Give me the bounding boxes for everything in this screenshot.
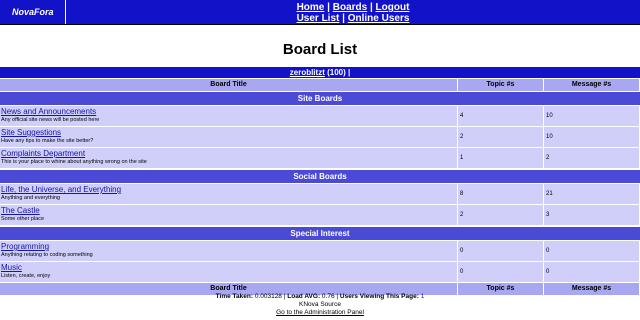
nav-online-users-link[interactable]: Online Users bbox=[348, 13, 410, 24]
section-header: Social Boards bbox=[0, 169, 640, 184]
board-link[interactable]: News and Announcements bbox=[1, 107, 96, 116]
board-description: Listen, create, enjoy bbox=[1, 273, 51, 279]
col-topics: Topic #s bbox=[458, 79, 544, 91]
username-link[interactable]: zeroblitzt bbox=[290, 68, 325, 77]
page-footer: Time Taken: 0.003128 | Load AVG: 0.76 | … bbox=[0, 293, 640, 317]
topic-count: 4 bbox=[458, 106, 544, 126]
board-row: The Castle Some other place 2 3 bbox=[0, 205, 640, 226]
board-row: News and Announcements Any official site … bbox=[0, 106, 640, 127]
board-link[interactable]: The Castle bbox=[1, 206, 40, 215]
board-description: This is your place to whine about anythi… bbox=[1, 159, 147, 165]
top-navbar: NovaFora Home | Boards | Logout User Lis… bbox=[0, 0, 640, 25]
user-bar: zeroblitzt (100) | bbox=[0, 67, 640, 78]
message-count: 2 bbox=[544, 148, 640, 168]
user-count: (100) bbox=[327, 68, 346, 77]
table-header-row: Board Title Topic #s Message #s bbox=[0, 79, 640, 91]
message-count: 0 bbox=[544, 241, 640, 261]
board-description: Anything relating to coding something bbox=[1, 252, 93, 258]
board-link[interactable]: Life, the Universe, and Everything bbox=[1, 185, 121, 194]
stats-line: Time Taken: 0.003128 | Load AVG: 0.76 | … bbox=[215, 293, 425, 300]
message-count: 10 bbox=[544, 127, 640, 147]
topic-count: 2 bbox=[458, 127, 544, 147]
topic-count: 8 bbox=[458, 184, 544, 204]
section-header: Special Interest bbox=[0, 226, 640, 241]
site-brand[interactable]: NovaFora bbox=[0, 0, 66, 24]
nav-row-secondary: User List | Online Users bbox=[296, 13, 410, 24]
board-description: Any official site news will be posted he… bbox=[1, 117, 100, 123]
nav-logout-link[interactable]: Logout bbox=[376, 2, 410, 13]
col-messages: Message #s bbox=[544, 79, 640, 91]
message-count: 3 bbox=[544, 205, 640, 225]
load-value: 0.76 bbox=[321, 293, 335, 300]
page-title: Board List bbox=[282, 41, 358, 58]
board-row: Site Suggestions Have any tips to make th… bbox=[0, 127, 640, 148]
message-count: 0 bbox=[544, 262, 640, 282]
board-table: Board Title Topic #s Message #s Site Boards… bbox=[0, 79, 640, 295]
message-count: 10 bbox=[544, 106, 640, 126]
board-link[interactable]: Site Suggestions bbox=[1, 128, 61, 137]
col-board-title: Board Title bbox=[0, 79, 458, 91]
time-value: 0.003128 bbox=[254, 293, 282, 300]
board-row: Music Listen, create, enjoy 0 0 bbox=[0, 262, 640, 283]
nav-row-main: Home | Boards | Logout bbox=[296, 2, 410, 13]
viewers-value: 1 bbox=[420, 293, 425, 300]
nav-boards-link[interactable]: Boards bbox=[333, 2, 367, 13]
board-link[interactable]: Programming bbox=[1, 242, 49, 251]
nav-home-link[interactable]: Home bbox=[297, 2, 325, 13]
board-row: Life, the Universe, and Everything Anythi… bbox=[0, 184, 640, 205]
board-row: Programming Anything relating to coding s… bbox=[0, 241, 640, 262]
board-link[interactable]: Music bbox=[1, 263, 22, 272]
board-link[interactable]: Complaints Department bbox=[1, 149, 85, 158]
topic-count: 2 bbox=[458, 205, 544, 225]
board-description: Some other place bbox=[1, 216, 45, 222]
topic-count: 0 bbox=[458, 241, 544, 261]
topic-count: 1 bbox=[458, 148, 544, 168]
board-description: Have any tips to make the site better? bbox=[1, 138, 94, 144]
nav-user-list-link[interactable]: User List bbox=[297, 13, 340, 24]
source-credit: KNova Source bbox=[299, 301, 341, 308]
message-count: 21 bbox=[544, 184, 640, 204]
topic-count: 0 bbox=[458, 262, 544, 282]
section-header: Site Boards bbox=[0, 91, 640, 106]
board-description: Anything and everything bbox=[1, 195, 61, 201]
admin-panel-link[interactable]: Go to the Administration Panel bbox=[0, 309, 640, 317]
board-row: Complaints Department This is your place … bbox=[0, 148, 640, 169]
